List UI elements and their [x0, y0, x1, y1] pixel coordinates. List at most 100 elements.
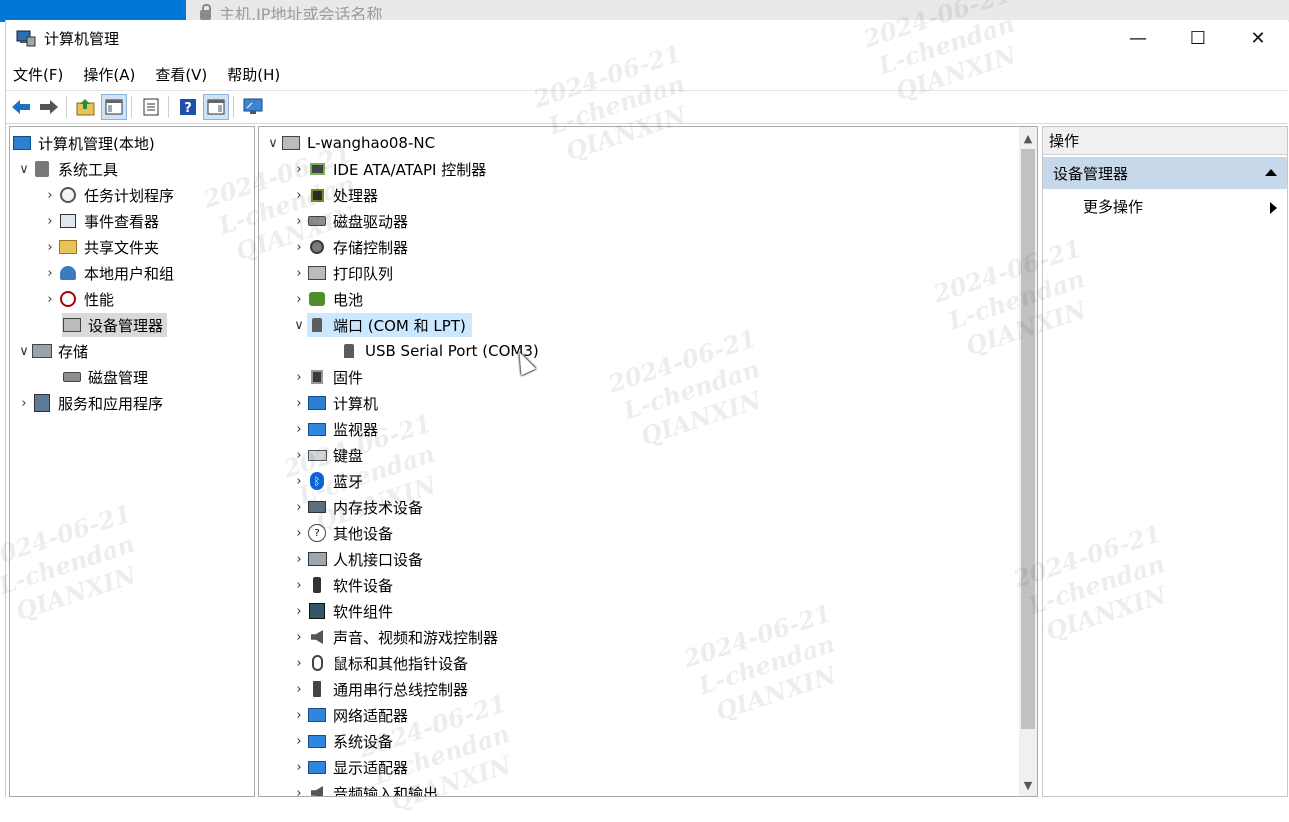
tree-item-performance[interactable]: › 性能: [42, 287, 114, 311]
device-category[interactable]: › 存储控制器: [291, 235, 408, 259]
monitor-icon[interactable]: [240, 94, 266, 120]
device-item-usb-serial[interactable]: USB Serial Port (COM3): [339, 339, 539, 363]
device-category[interactable]: › 计算机: [291, 391, 378, 415]
device-category[interactable]: › 显示适配器: [291, 755, 408, 779]
chevron-right-icon[interactable]: ›: [291, 755, 307, 779]
chevron-right-icon[interactable]: ›: [291, 573, 307, 597]
scrollbar-thumb[interactable]: [1021, 149, 1035, 729]
chevron-down-icon[interactable]: ∨: [16, 157, 32, 181]
chevron-right-icon[interactable]: ›: [291, 781, 307, 797]
chevron-right-icon[interactable]: ›: [291, 729, 307, 753]
help-icon[interactable]: ?: [175, 94, 201, 120]
chevron-right-icon[interactable]: ›: [42, 209, 58, 233]
device-category-label: 音频输入和输出: [333, 784, 439, 797]
chevron-right-icon[interactable]: ›: [291, 287, 307, 311]
tree-item-event-viewer[interactable]: › 事件查看器: [42, 209, 159, 233]
minimize-button[interactable]: —: [1108, 20, 1168, 56]
chevron-right-icon[interactable]: ›: [291, 261, 307, 285]
chevron-right-icon[interactable]: ›: [42, 183, 58, 207]
chevron-right-icon[interactable]: ›: [291, 469, 307, 493]
forward-arrow-icon[interactable]: [36, 94, 62, 120]
device-category[interactable]: › 人机接口设备: [291, 547, 423, 571]
device-category[interactable]: › 音频输入和输出: [291, 781, 439, 797]
scroll-down-icon[interactable]: ▼: [1019, 776, 1037, 794]
title-bar: 计算机管理 — ☐ ✕: [6, 20, 1288, 56]
tree-item-shared-folders[interactable]: › 共享文件夹: [42, 235, 159, 259]
device-category[interactable]: › IDE ATA/ATAPI 控制器: [291, 157, 486, 181]
chevron-right-icon[interactable]: ›: [291, 365, 307, 389]
device-category[interactable]: › 电池: [291, 287, 363, 311]
device-category[interactable]: › 声音、视频和游戏控制器: [291, 625, 498, 649]
device-category[interactable]: › 软件设备: [291, 573, 393, 597]
device-category[interactable]: › 处理器: [291, 183, 378, 207]
device-category-ports[interactable]: ∨ 端口 (COM 和 LPT): [291, 313, 472, 337]
device-category[interactable]: › 打印队列: [291, 261, 393, 285]
show-hide-action-pane-icon[interactable]: [203, 94, 229, 120]
chevron-right-icon[interactable]: ›: [291, 495, 307, 519]
tree-item-storage[interactable]: ∨ 存储: [16, 339, 88, 363]
vertical-scrollbar[interactable]: ▲ ▼: [1019, 127, 1037, 796]
device-category[interactable]: › 通用串行总线控制器: [291, 677, 468, 701]
chevron-right-icon[interactable]: ›: [291, 157, 307, 181]
chevron-right-icon[interactable]: ›: [42, 261, 58, 285]
device-category[interactable]: › 软件组件: [291, 599, 393, 623]
chevron-right-icon[interactable]: ›: [291, 209, 307, 233]
chevron-right-icon[interactable]: ›: [291, 391, 307, 415]
chevron-down-icon[interactable]: ∨: [16, 339, 32, 363]
chevron-down-icon[interactable]: ∨: [265, 131, 281, 155]
tree-label: 共享文件夹: [84, 238, 160, 257]
show-hide-console-tree-icon[interactable]: [101, 94, 127, 120]
background-app-strip: 主机,IP地址或会话名称: [0, 0, 1289, 22]
menu-action[interactable]: 操作(A): [76, 64, 142, 85]
chevron-right-icon[interactable]: ›: [291, 443, 307, 467]
tree-item-services-apps[interactable]: › 服务和应用程序: [16, 391, 163, 415]
close-button[interactable]: ✕: [1228, 20, 1288, 56]
toolbar-separator: [66, 96, 67, 118]
actions-group-device-manager[interactable]: 设备管理器: [1043, 157, 1287, 189]
properties-icon[interactable]: [138, 94, 164, 120]
folder-icon: [58, 237, 78, 257]
tree-item-disk-management[interactable]: 磁盘管理: [62, 365, 148, 389]
chevron-right-icon[interactable]: ›: [291, 183, 307, 207]
chevron-right-icon[interactable]: ›: [291, 521, 307, 545]
chevron-right-icon[interactable]: ›: [291, 235, 307, 259]
device-tree-root[interactable]: ∨ L-wanghao08-NC: [265, 131, 435, 155]
chevron-right-icon[interactable]: ›: [291, 625, 307, 649]
up-folder-icon[interactable]: [73, 94, 99, 120]
device-category[interactable]: › 网络适配器: [291, 703, 408, 727]
device-category[interactable]: › 系统设备: [291, 729, 393, 753]
tree-item-task-scheduler[interactable]: › 任务计划程序: [42, 183, 174, 207]
collapse-icon[interactable]: [1265, 169, 1277, 176]
device-category[interactable]: › ᛒ 蓝牙: [291, 469, 363, 493]
device-category[interactable]: › 监视器: [291, 417, 378, 441]
chevron-down-icon[interactable]: ∨: [291, 313, 307, 337]
device-category-label: 固件: [333, 368, 364, 387]
tree-item-device-manager[interactable]: 设备管理器: [62, 313, 168, 337]
more-actions-item[interactable]: 更多操作: [1083, 191, 1143, 221]
chevron-right-icon[interactable]: ›: [291, 677, 307, 701]
chevron-right-icon[interactable]: ›: [291, 417, 307, 441]
chevron-right-icon[interactable]: ›: [291, 703, 307, 727]
device-category[interactable]: ›? 其他设备: [291, 521, 393, 545]
tree-item-local-users[interactable]: › 本地用户和组: [42, 261, 174, 285]
device-category[interactable]: › 内存技术设备: [291, 495, 423, 519]
menu-file[interactable]: 文件(F): [6, 64, 70, 85]
chevron-right-icon[interactable]: ›: [42, 287, 58, 311]
device-category[interactable]: › 键盘: [291, 443, 363, 467]
maximize-button[interactable]: ☐: [1168, 20, 1228, 56]
menu-help[interactable]: 帮助(H): [220, 64, 287, 85]
chevron-right-icon[interactable]: ›: [42, 235, 58, 259]
chevron-right-icon[interactable]: ›: [291, 599, 307, 623]
back-arrow-icon[interactable]: [8, 94, 34, 120]
chevron-right-icon[interactable]: ›: [291, 547, 307, 571]
device-category[interactable]: › 磁盘驱动器: [291, 209, 408, 233]
device-category[interactable]: › 固件: [291, 365, 363, 389]
tree-root[interactable]: 计算机管理(本地): [12, 131, 155, 155]
device-category[interactable]: › 鼠标和其他指针设备: [291, 651, 468, 675]
submenu-arrow-icon[interactable]: [1270, 202, 1277, 214]
chevron-right-icon[interactable]: ›: [291, 651, 307, 675]
tree-item-system-tools[interactable]: ∨ 系统工具: [16, 157, 118, 181]
menu-view[interactable]: 查看(V): [148, 64, 214, 85]
chevron-right-icon[interactable]: ›: [16, 391, 32, 415]
scroll-up-icon[interactable]: ▲: [1019, 129, 1037, 147]
